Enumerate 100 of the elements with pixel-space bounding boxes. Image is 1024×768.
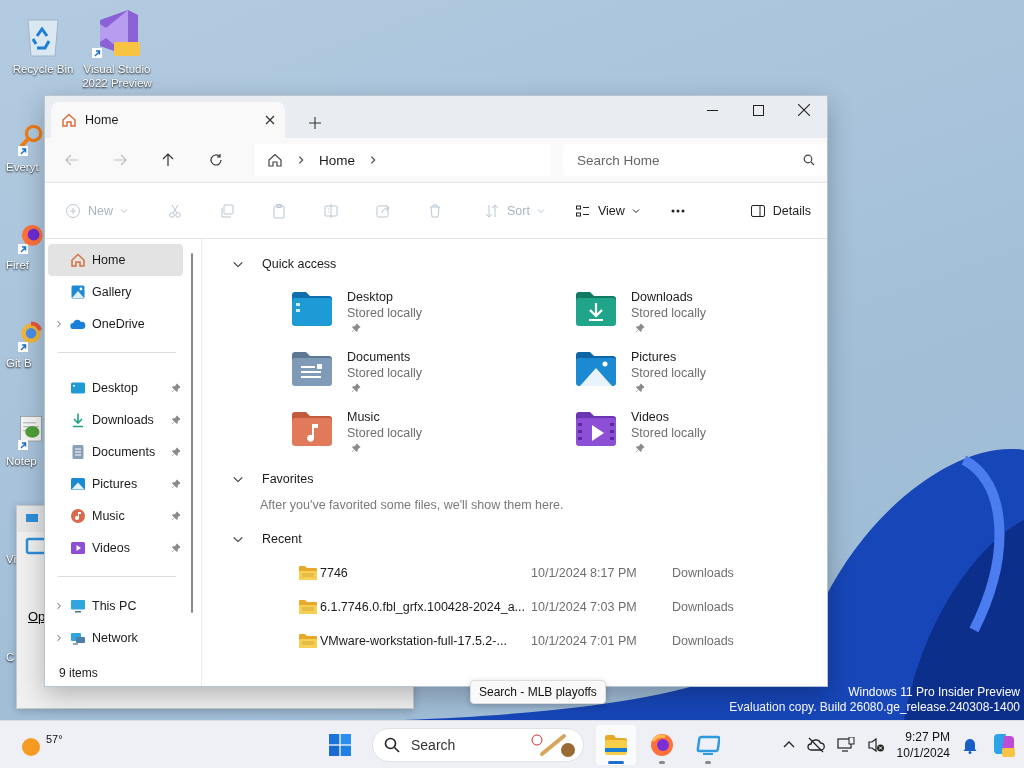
section-heading: Recent (262, 532, 302, 546)
folder-icon (298, 599, 320, 615)
scrollbar[interactable] (191, 253, 193, 613)
quick-access-item[interactable]: Documents Stored locally (290, 349, 574, 396)
item-subtitle: Stored locally (631, 425, 707, 441)
home-icon (70, 252, 86, 268)
folder-icon (604, 733, 628, 756)
toolbar-button[interactable]: Details (745, 196, 815, 225)
item-name: Videos (631, 409, 670, 425)
section-heading: Favorites (262, 472, 314, 486)
address-bar[interactable]: Home (255, 144, 551, 176)
tab[interactable]: Home (51, 102, 285, 138)
new-tab-icon[interactable] (309, 117, 321, 129)
item-name: Pictures (631, 349, 678, 365)
file-name: 7746 (320, 566, 349, 580)
start-icon[interactable] (329, 733, 351, 756)
monitor-icon[interactable] (836, 736, 855, 753)
refresh-icon[interactable] (209, 153, 223, 167)
sidebar-item[interactable]: Music (48, 500, 183, 532)
scissors-icon (167, 202, 183, 219)
modified-date: 10/1/2024 7:03 PM (531, 600, 638, 614)
breadcrumb-item[interactable]: Home (319, 152, 355, 168)
quick-access-item[interactable]: Downloads Stored locally (574, 289, 774, 336)
recent-file-row[interactable]: VMware-workstation-full-17.5.2-... 10/1/2024 7:01 PM Downloads (232, 624, 827, 658)
clock[interactable]: 9:27 PM 10/1/2024 (896, 728, 950, 761)
item-name: Desktop (347, 289, 394, 305)
toolbar-button[interactable]: View (570, 196, 644, 225)
empty-message: After you've favorited some files, we'll show them here. (260, 498, 565, 512)
shortcut-arrow-icon (18, 440, 28, 450)
sidebar-item[interactable]: OneDrive (48, 308, 183, 340)
plus-circle-icon (65, 202, 81, 219)
item-subtitle: Stored locally (347, 305, 423, 321)
item-name: Documents (347, 349, 412, 365)
share-icon (375, 202, 391, 219)
item-subtitle: Stored locally (347, 425, 423, 441)
file-location: Downloads (672, 634, 734, 648)
taskbar-app-button[interactable] (596, 724, 636, 765)
monitor-icon (696, 733, 720, 756)
sidebar-item[interactable]: Desktop (48, 372, 183, 404)
cloud-off-icon[interactable] (806, 736, 825, 753)
downloads-icon (70, 412, 86, 428)
folder-icon (298, 633, 320, 649)
speaker-muted-icon[interactable] (866, 736, 885, 753)
tooltip: Search - MLB playoffs (470, 680, 606, 704)
gallery-icon (70, 284, 86, 300)
status-text: 9 items (58, 665, 99, 682)
taskbar-search-field[interactable]: Search (372, 727, 584, 762)
expand-chevron-icon[interactable] (54, 600, 64, 612)
network-icon (70, 630, 86, 646)
sidebar-item[interactable]: Documents (48, 436, 183, 468)
watermark-text: Windows 11 Pro Insider Preview (848, 685, 1020, 700)
music-icon (70, 508, 86, 524)
expand-chevron-icon[interactable] (54, 632, 64, 644)
pictures-icon (70, 476, 86, 492)
quick-access-item[interactable]: Music Stored locally (290, 409, 574, 456)
maximize-icon[interactable] (752, 104, 764, 116)
view-icon (574, 202, 591, 219)
copy-icon (219, 202, 235, 219)
sidebar-item[interactable]: Videos (48, 532, 183, 564)
shortcut-arrow-icon (92, 48, 102, 58)
documents-icon (70, 444, 86, 460)
browser-icon (650, 732, 674, 757)
sidebar-item[interactable]: This PC (48, 590, 183, 622)
weather-widget[interactable]: 57° (20, 732, 80, 757)
file-location: Downloads (672, 600, 734, 614)
shortcut-arrow-icon (18, 146, 28, 156)
home-icon (61, 112, 77, 128)
recent-file-row[interactable]: 6.1.7746.0.fbl_grfx.100428-2024_a... 10/1/2024 7:03 PM Downloads (232, 590, 827, 624)
sidebar-item[interactable]: Downloads (48, 404, 183, 436)
quick-access-item[interactable]: Videos Stored locally (574, 409, 774, 456)
item-subtitle: Stored locally (631, 305, 707, 321)
sort-icon (484, 202, 500, 219)
file-name: VMware-workstation-full-17.5.2-... (320, 634, 508, 648)
shortcut-arrow-icon (18, 342, 28, 352)
sidebar-item[interactable]: Home (48, 244, 183, 276)
thispc-icon (70, 598, 86, 614)
sidebar-item[interactable]: Pictures (48, 468, 183, 500)
search-icon (803, 154, 815, 166)
expand-chevron-icon[interactable] (54, 318, 64, 330)
shortcut-arrow-icon (18, 244, 28, 254)
baseball-bat-drawing (530, 731, 576, 758)
more-icon (669, 208, 686, 213)
up-arrow-icon[interactable] (161, 153, 175, 167)
file-name: 6.1.7746.0.fbl_grfx.100428-2024_a... (320, 600, 527, 614)
clipboard-icon (271, 202, 287, 219)
recent-file-row[interactable]: 7746 10/1/2024 8:17 PM Downloads (232, 556, 827, 590)
minimize-icon[interactable] (706, 109, 718, 111)
close-icon[interactable] (798, 104, 810, 116)
item-name: Music (347, 409, 381, 425)
file-location: Downloads (672, 566, 734, 580)
quick-access-item[interactable]: Pictures Stored locally (574, 349, 774, 396)
modified-date: 10/1/2024 8:17 PM (531, 566, 638, 580)
search-icon (384, 736, 400, 753)
sidebar-item[interactable]: Network (48, 622, 183, 654)
search-field[interactable]: Search Home (563, 144, 827, 176)
quick-access-item[interactable]: Desktop Stored locally (290, 289, 574, 336)
desktop-icon (70, 380, 86, 396)
rename-icon (323, 202, 339, 219)
sidebar-item[interactable]: Gallery (48, 276, 183, 308)
close-tab-icon[interactable] (265, 115, 275, 125)
